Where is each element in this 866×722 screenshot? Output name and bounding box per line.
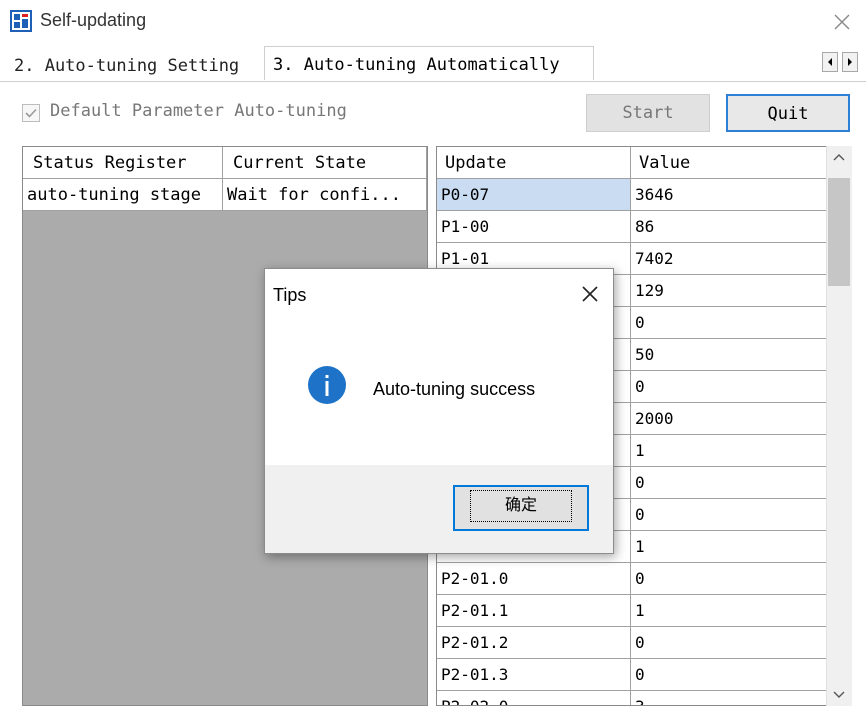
chevron-left-icon[interactable]	[822, 52, 838, 72]
chevron-right-icon[interactable]	[842, 52, 858, 72]
table-row[interactable]: P1-00 86	[437, 211, 827, 243]
value-cell[interactable]: 1	[631, 435, 827, 467]
status-register-cell[interactable]: auto-tuning stage	[23, 179, 223, 211]
value-cell[interactable]: 3	[631, 691, 827, 705]
value-cell[interactable]: 0	[631, 659, 827, 691]
scroll-up-icon[interactable]	[827, 146, 851, 170]
checkmark-icon	[25, 108, 37, 118]
tab-auto-tuning-automatically[interactable]: 3. Auto-tuning Automatically	[264, 46, 594, 80]
update-cell[interactable]: P2-01.1	[437, 595, 631, 627]
update-cell[interactable]: P2-02.0	[437, 691, 631, 705]
start-button[interactable]: Start	[586, 94, 710, 132]
value-cell[interactable]: 0	[631, 307, 827, 339]
update-cell[interactable]: P2-01.3	[437, 659, 631, 691]
column-header-status-register[interactable]: Status Register	[23, 147, 223, 179]
table-row[interactable]: P2-02.03	[437, 691, 827, 705]
close-icon[interactable]	[828, 8, 856, 36]
tab-strip: 2. Auto-tuning Setting 3. Auto-tuning Au…	[0, 46, 866, 82]
window-title: Self-updating	[40, 10, 147, 30]
table-row[interactable]: P0-07 3646	[437, 179, 827, 211]
dialog-title: Tips	[273, 285, 307, 305]
value-cell[interactable]: 0	[631, 627, 827, 659]
update-cell[interactable]: P2-01.0	[437, 563, 631, 595]
value-cell[interactable]: 0	[631, 467, 827, 499]
column-header-value[interactable]: Value	[631, 147, 827, 179]
column-header-update[interactable]: Update	[437, 147, 631, 179]
table-row[interactable]: P2-01.3 0	[437, 659, 827, 691]
column-header-current-state[interactable]: Current State	[223, 147, 427, 179]
value-cell[interactable]: 0	[631, 563, 827, 595]
value-cell[interactable]: 50	[631, 339, 827, 371]
table-row[interactable]: P2-01.1 1	[437, 595, 827, 627]
dialog-message: Auto-tuning success	[373, 379, 536, 399]
info-icon	[308, 366, 346, 404]
close-icon[interactable]	[579, 283, 601, 305]
value-cell[interactable]: 0	[631, 499, 827, 531]
value-cell[interactable]: 129	[631, 275, 827, 307]
value-cell[interactable]: 1	[631, 595, 827, 627]
value-cell[interactable]: 2000	[631, 403, 827, 435]
update-cell[interactable]: P1-00	[437, 211, 631, 243]
value-cell[interactable]: 86	[631, 211, 827, 243]
app-icon	[10, 10, 32, 32]
current-state-cell[interactable]: Wait for confi...	[223, 179, 427, 211]
update-cell[interactable]: P2-01.2	[437, 627, 631, 659]
tab-auto-tuning-setting[interactable]: 2. Auto-tuning Setting	[6, 50, 264, 82]
scroll-down-icon[interactable]	[827, 682, 851, 706]
scrollbar-thumb[interactable]	[828, 178, 850, 286]
ok-button-label: 确定	[469, 490, 572, 522]
ok-button[interactable]: 确定	[453, 485, 589, 531]
value-cell[interactable]: 7402	[631, 243, 827, 275]
update-cell[interactable]: P0-07	[437, 179, 631, 211]
value-cell[interactable]: 1	[631, 531, 827, 563]
value-cell[interactable]: 3646	[631, 179, 827, 211]
quit-button[interactable]: Quit	[726, 94, 850, 132]
table-row[interactable]: P2-01.0 0	[437, 563, 827, 595]
table-row[interactable]: P2-01.2 0	[437, 627, 827, 659]
default-parameter-checkbox[interactable]	[22, 104, 40, 122]
tab-divider	[0, 81, 866, 82]
tips-dialog: Tips Auto-tuning success 确定	[264, 268, 614, 554]
value-cell[interactable]: 0	[631, 371, 827, 403]
default-parameter-label: Default Parameter Auto-tuning	[50, 101, 347, 121]
